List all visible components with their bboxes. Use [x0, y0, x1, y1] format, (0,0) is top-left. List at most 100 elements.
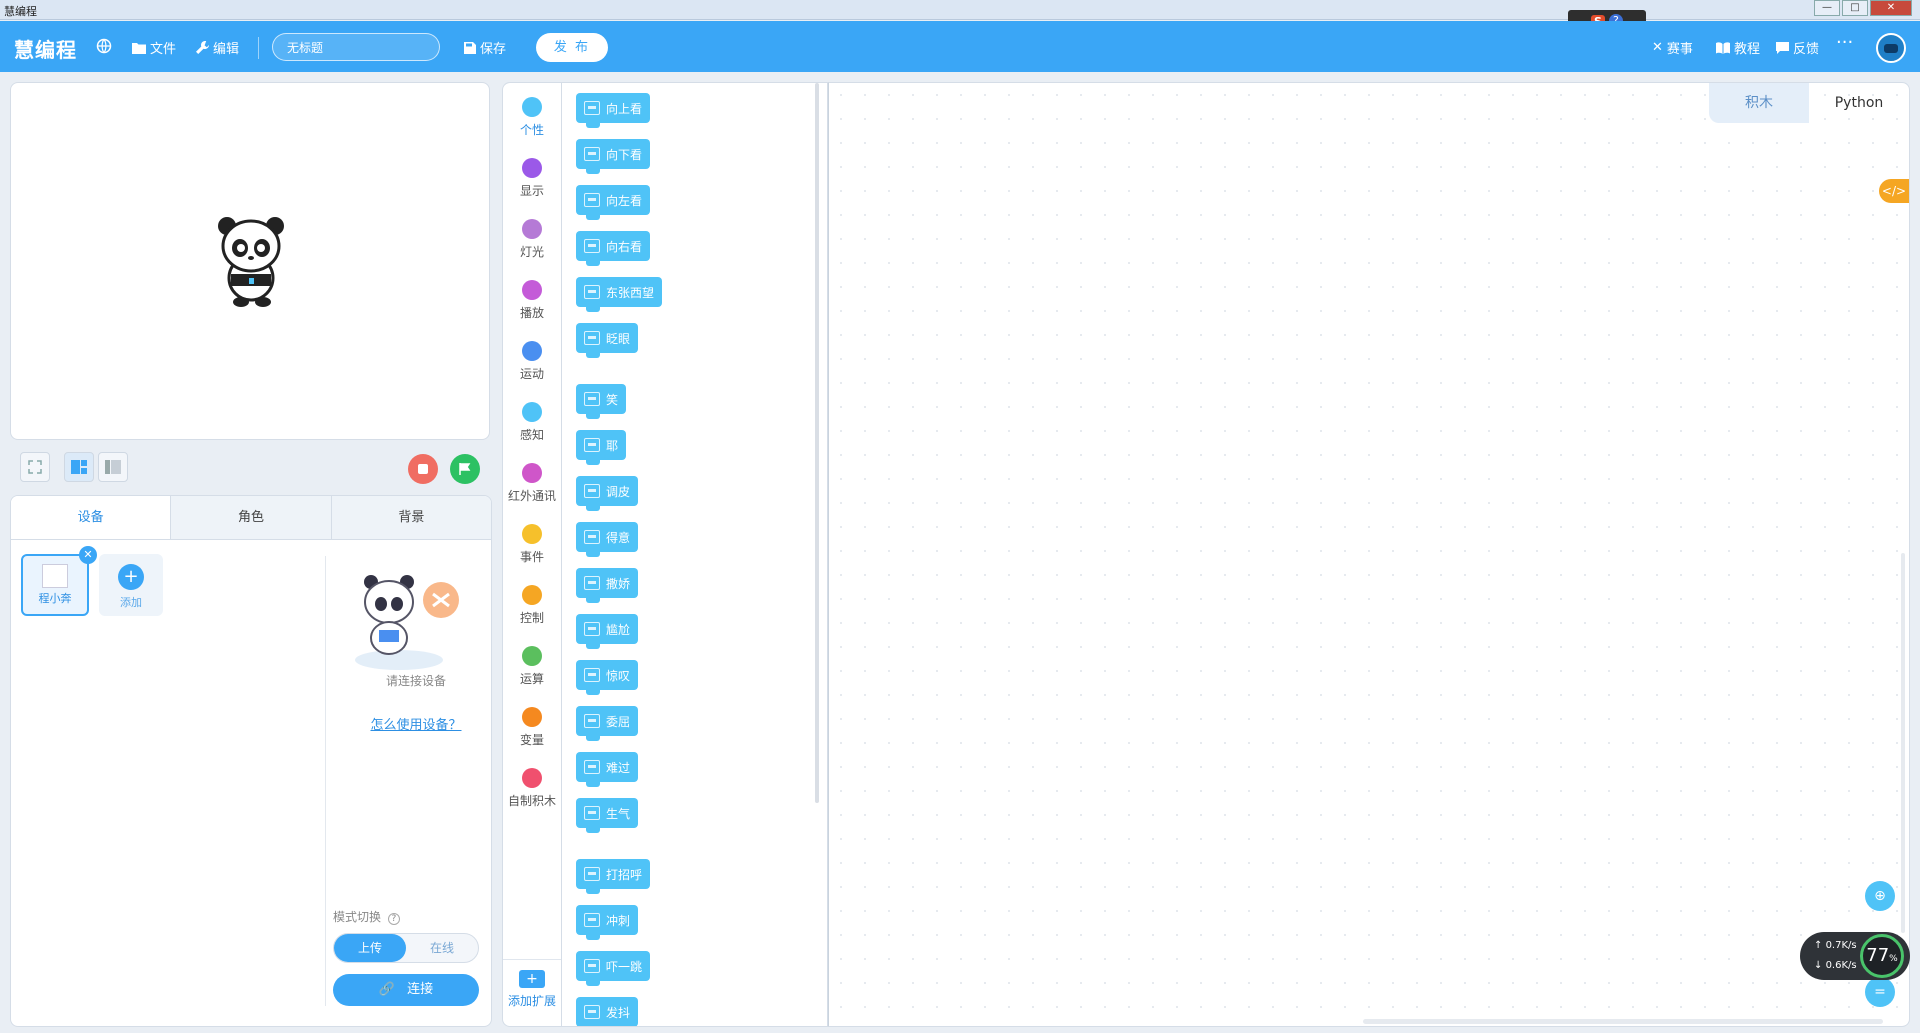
block-palette: 向上看 向下看 向左看 向右看 东张西望 眨眼 笑 耶 调皮 得意 撒娇 尴尬 … [562, 82, 828, 1027]
minimize-button[interactable]: — [1814, 0, 1840, 16]
block-item[interactable]: 尴尬 [576, 614, 639, 649]
block-label: 打招呼 [606, 867, 643, 882]
block-item[interactable]: 眨眼 [576, 323, 639, 358]
cpu-usage: 77% [1860, 934, 1904, 978]
category-item[interactable]: 灯光 [503, 219, 561, 260]
block-item[interactable]: 笑 [576, 384, 627, 419]
tab-devices[interactable]: 设备 [11, 496, 172, 539]
feedback-link[interactable]: 反馈 [1776, 38, 1819, 57]
block-item[interactable]: 向左看 [576, 185, 651, 220]
block-item[interactable]: 惊叹 [576, 660, 639, 695]
language-globe-icon[interactable] [96, 38, 112, 54]
panda-sprite[interactable] [211, 208, 291, 308]
block-item[interactable]: 生气 [576, 798, 639, 833]
category-item[interactable]: 运动 [503, 341, 561, 382]
close-window-button[interactable]: ✕ [1870, 0, 1912, 16]
info-icon[interactable]: ? [387, 913, 400, 925]
category-label: 播放 [519, 306, 544, 320]
block-item[interactable]: 冲刺 [576, 905, 639, 940]
user-avatar[interactable] [1876, 33, 1906, 63]
mode-toggle[interactable]: 上传 在线 [333, 933, 479, 963]
tab-blocks[interactable]: 积木 [1709, 83, 1809, 123]
category-item[interactable]: 播放 [503, 280, 561, 321]
stop-button[interactable] [408, 454, 438, 484]
upload-mode-option[interactable]: 上传 [334, 934, 406, 962]
workspace-horizontal-scrollbar[interactable] [1363, 1019, 1883, 1024]
large-stage-layout-icon[interactable] [64, 452, 94, 482]
block-label: 笑 [606, 392, 619, 407]
zoom-in-icon[interactable]: ⊕ [1865, 881, 1895, 911]
device-card-codey[interactable]: 程小奔 [21, 554, 89, 616]
contest-link[interactable]: ✕ 赛事 [1652, 38, 1693, 57]
block-item[interactable]: 难过 [576, 752, 639, 787]
script-workspace[interactable]: 积木 Python </> ⊕ = [828, 82, 1910, 1027]
block-item[interactable]: 得意 [576, 522, 639, 557]
workspace-vertical-scrollbar[interactable] [1901, 553, 1905, 933]
code-panel-toggle-icon[interactable]: </> [1879, 179, 1909, 203]
tab-python[interactable]: Python [1809, 83, 1909, 123]
add-extension-button[interactable]: + 添加扩展 [503, 959, 561, 1009]
category-item[interactable]: 自制积木 [503, 768, 561, 809]
save-button[interactable]: 保存 [464, 38, 506, 57]
tutorial-label: 教程 [1734, 42, 1761, 57]
book-icon [1716, 41, 1730, 54]
block-item[interactable]: 耶 [576, 430, 627, 465]
block-item[interactable]: 委屈 [576, 706, 639, 741]
device-help-link[interactable]: 怎么使用设备？ [331, 714, 491, 733]
mode-switch-text: 模式切换 [333, 910, 382, 924]
block-item[interactable]: 东张西望 [576, 277, 663, 312]
edit-menu[interactable]: 编辑 [196, 38, 239, 57]
palette-scrollbar[interactable] [815, 83, 819, 803]
codey-face-icon [584, 147, 600, 161]
category-item[interactable]: 显示 [503, 158, 561, 199]
toolbar-divider [258, 37, 259, 59]
category-label: 运动 [519, 367, 544, 381]
contest-label: 赛事 [1666, 42, 1693, 57]
robot-icon [42, 564, 68, 588]
publish-button[interactable]: 发 布 [536, 33, 608, 62]
category-label: 灯光 [519, 245, 544, 259]
category-item[interactable]: 个性 [503, 97, 561, 138]
stage-canvas[interactable] [10, 82, 490, 440]
block-item[interactable]: 向下看 [576, 139, 651, 174]
online-mode-option[interactable]: 在线 [406, 934, 478, 962]
remove-device-icon[interactable]: ✕ [79, 546, 97, 564]
zoom-reset-icon[interactable]: = [1865, 977, 1895, 1007]
project-title-input[interactable] [272, 33, 440, 61]
green-flag-button[interactable] [450, 454, 480, 484]
network-monitor-widget[interactable]: ↑ 0.7K/s ↓ 0.6K/s 77% [1800, 932, 1910, 980]
connect-prompt: 请连接设备 [385, 674, 446, 688]
category-item[interactable]: 运算 [503, 646, 561, 687]
tab-backgrounds[interactable]: 背景 [331, 496, 491, 539]
codey-face-icon [584, 331, 600, 345]
window-title: 慧编程 [4, 5, 37, 18]
category-label: 控制 [519, 611, 544, 625]
maximize-button[interactable]: □ [1842, 0, 1868, 16]
more-menu-icon[interactable]: ··· [1836, 32, 1853, 53]
category-item[interactable]: 变量 [503, 707, 561, 748]
category-item[interactable]: 事件 [503, 524, 561, 565]
category-item[interactable]: 红外通讯 [503, 463, 561, 504]
tutorial-link[interactable]: 教程 [1716, 38, 1760, 57]
category-item[interactable]: 感知 [503, 402, 561, 443]
fullscreen-icon[interactable] [20, 452, 50, 482]
category-dot-icon [522, 280, 542, 300]
codey-face-icon [584, 438, 600, 452]
connect-illustration [355, 575, 459, 670]
file-menu[interactable]: 文件 [132, 38, 176, 57]
small-stage-layout-icon[interactable] [98, 452, 128, 482]
category-item[interactable]: 控制 [503, 585, 561, 626]
block-item[interactable]: 向上看 [576, 93, 651, 128]
add-device-button[interactable]: + 添加 [99, 554, 163, 616]
block-item[interactable]: 吓一跳 [576, 951, 651, 986]
block-item[interactable]: 调皮 [576, 476, 639, 511]
block-label: 生气 [606, 806, 631, 821]
codey-face-icon [584, 959, 600, 973]
tab-sprites[interactable]: 角色 [171, 496, 332, 539]
block-item[interactable]: 向右看 [576, 231, 651, 266]
block-item[interactable]: 发抖 [576, 997, 639, 1026]
connect-button[interactable]: 🔗 连接 [333, 974, 479, 1006]
stop-icon [418, 464, 428, 474]
block-item[interactable]: 打招呼 [576, 859, 651, 894]
block-item[interactable]: 撒娇 [576, 568, 639, 603]
